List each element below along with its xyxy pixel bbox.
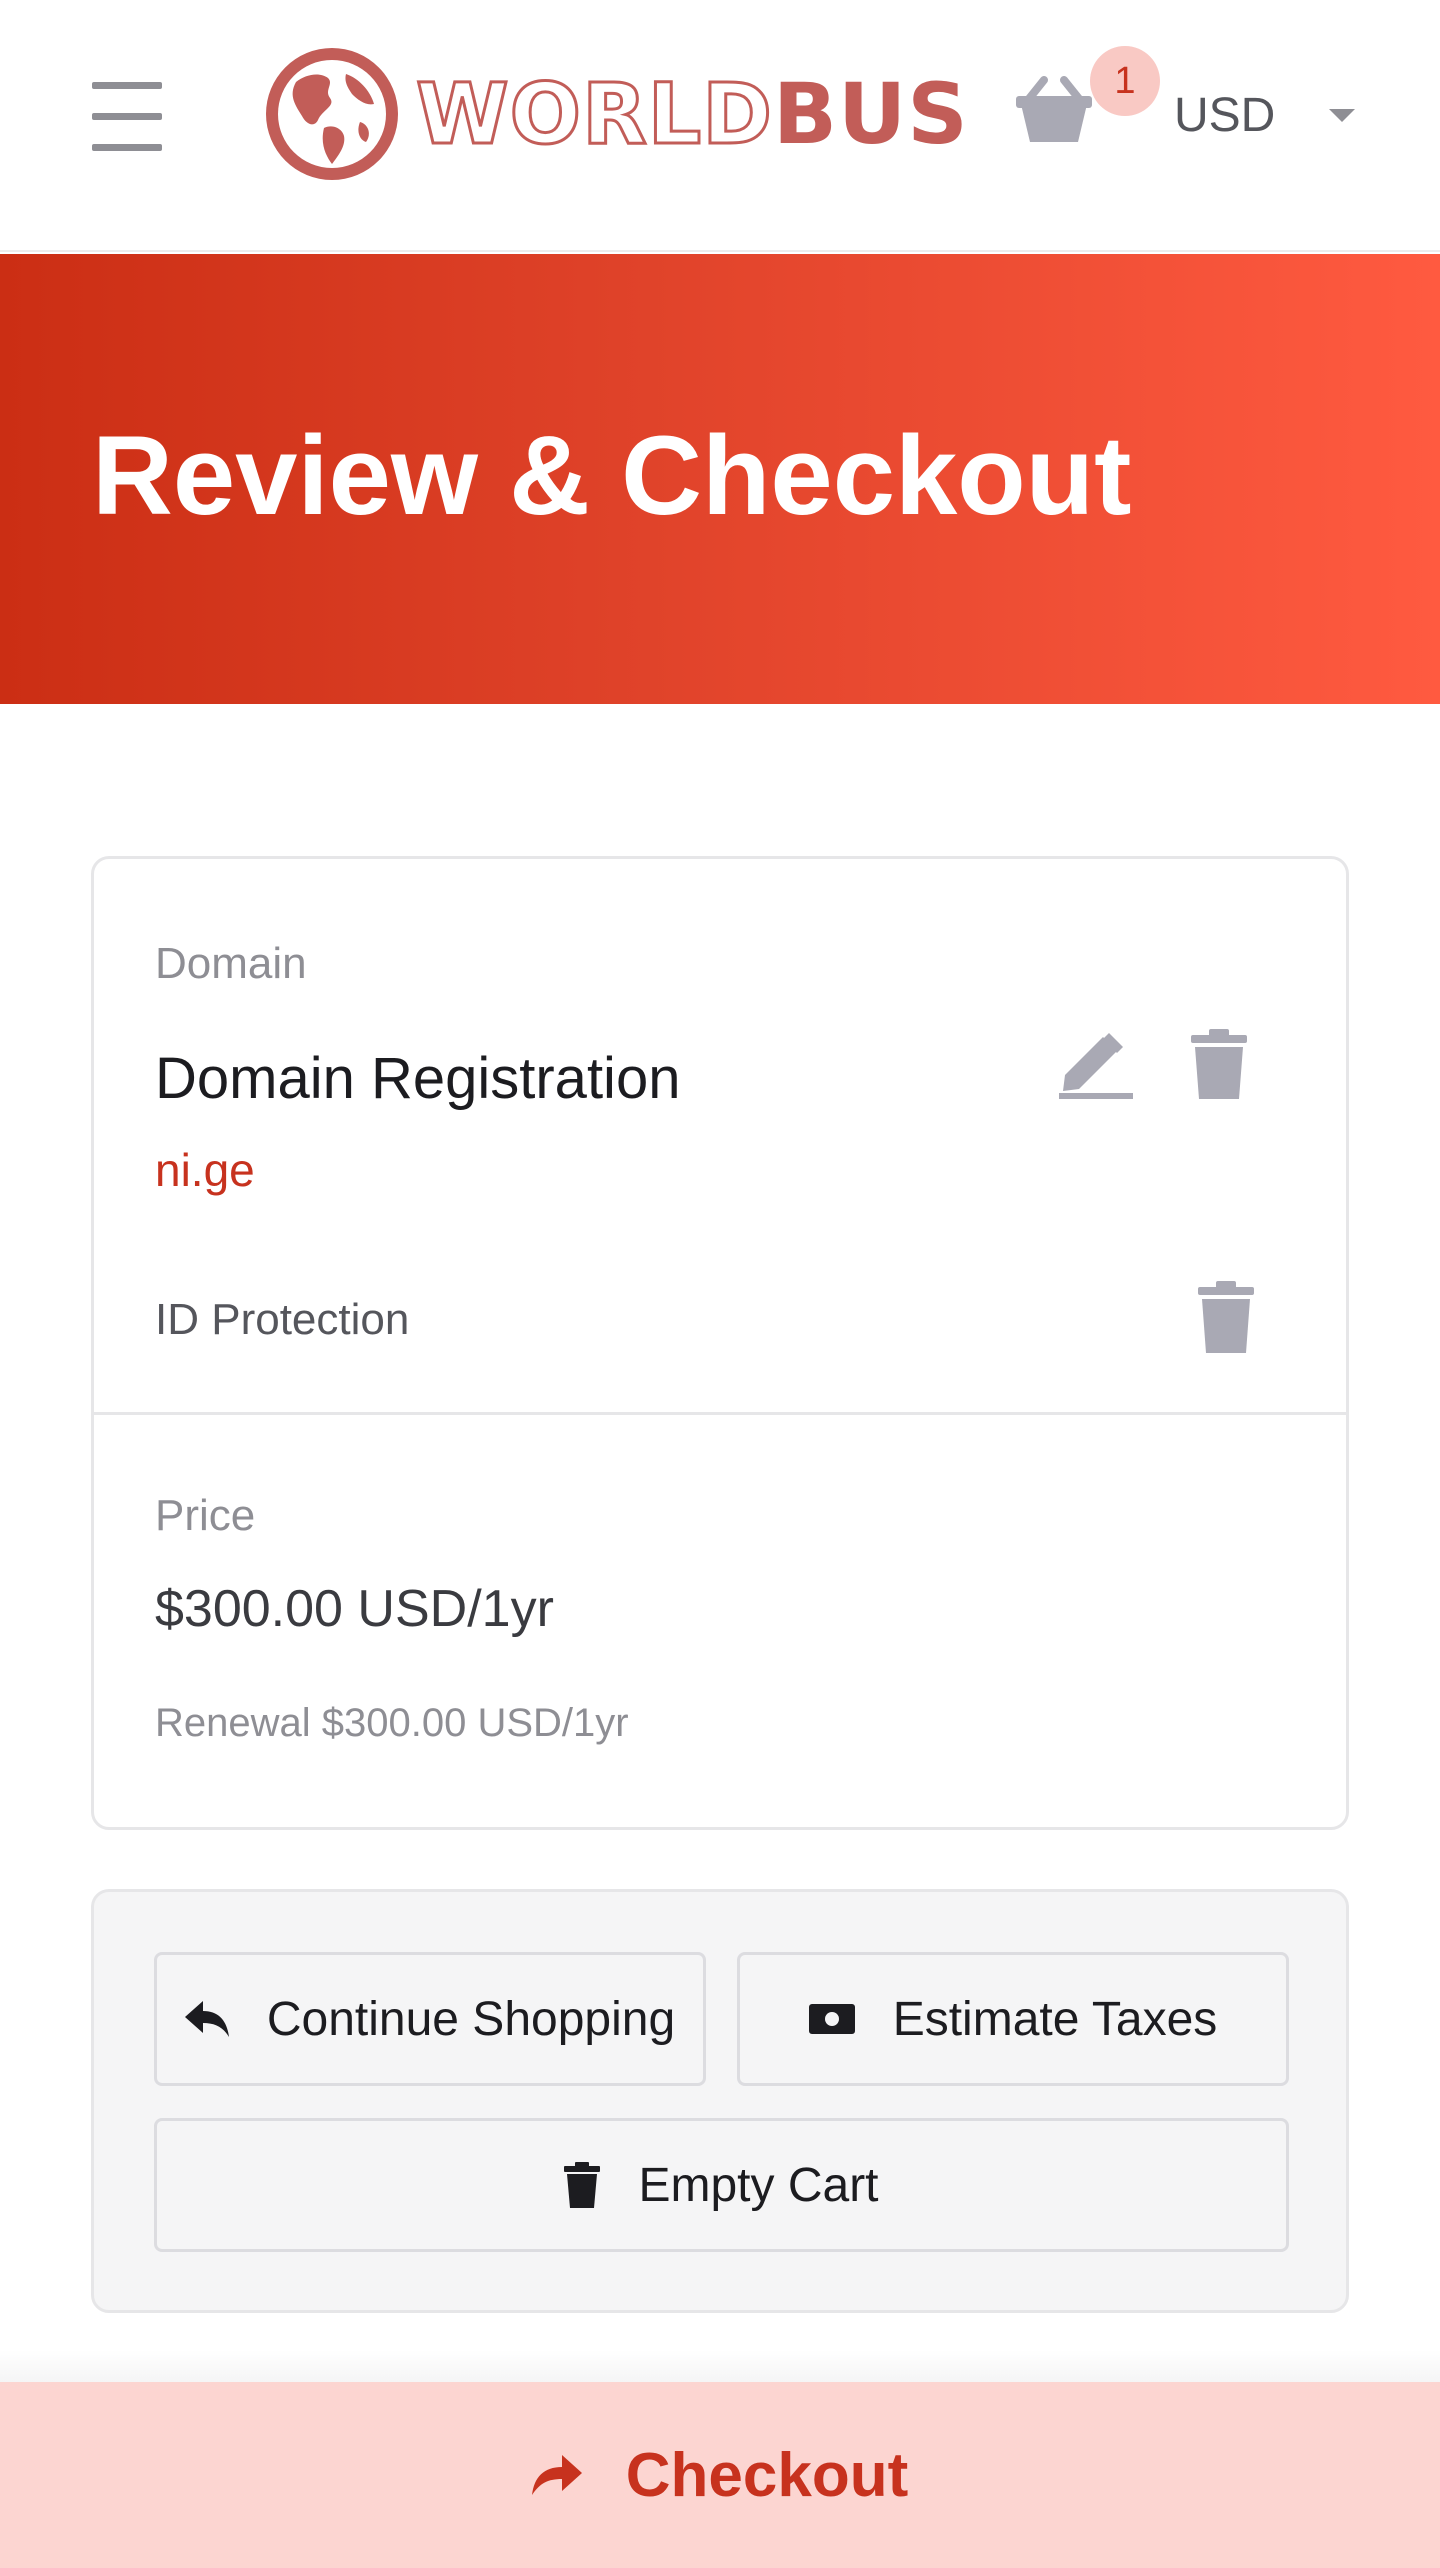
continue-shopping-button[interactable]: Continue Shopping	[154, 1952, 706, 2086]
cart-item-card: Domain Domain Registration ni.ge ID Prot…	[91, 856, 1349, 1830]
pencil-icon	[1059, 1033, 1133, 1099]
trash-icon	[564, 2162, 601, 2208]
logo-word-light: WORLD	[415, 65, 774, 163]
empty-cart-label: Empty Cart	[638, 2158, 879, 2212]
addon-id-protection-label: ID Protection	[155, 1295, 410, 1344]
hamburger-menu-icon[interactable]	[92, 82, 162, 152]
page-hero: Review & Checkout	[0, 254, 1440, 704]
estimate-taxes-button[interactable]: Estimate Taxes	[737, 1952, 1289, 2086]
trash-icon	[1191, 1029, 1247, 1099]
remove-addon-button[interactable]	[1198, 1281, 1254, 1353]
page-title: Review & Checkout	[92, 413, 1132, 538]
scroll-fade	[0, 2350, 1440, 2382]
basket-icon	[1016, 76, 1092, 142]
currency-label: USD	[1174, 88, 1276, 142]
remove-item-button[interactable]	[1191, 1029, 1247, 1099]
estimate-taxes-label: Estimate Taxes	[892, 1992, 1218, 2046]
reply-arrow-icon	[184, 2001, 229, 2037]
empty-cart-button[interactable]: Empty Cart	[154, 2118, 1289, 2252]
cart-button[interactable]	[1014, 76, 1094, 148]
price-label: Price	[155, 1491, 256, 1540]
card-divider	[94, 1412, 1346, 1415]
caret-down-icon	[1329, 108, 1356, 122]
price-value: $300.00 USD/1yr	[155, 1580, 554, 1638]
logo-wordmark: WORLDBUS	[415, 71, 969, 158]
money-bill-icon	[808, 2004, 855, 2034]
item-domain-name: ni.ge	[155, 1144, 255, 1196]
logo-word-bold: BUS	[773, 65, 969, 163]
share-arrow-icon	[531, 2455, 582, 2495]
cart-actions-panel: Continue Shopping Estimate Taxes Empty C…	[91, 1889, 1349, 2313]
continue-shopping-label: Continue Shopping	[266, 1992, 676, 2046]
site-header: WORLDBUS 1 USD	[0, 0, 1440, 252]
site-logo[interactable]: WORLDBUS	[262, 42, 982, 186]
renewal-price: Renewal $300.00 USD/1yr	[155, 1701, 629, 1745]
cart-count-badge: 1	[1090, 46, 1160, 116]
item-type-label: Domain	[155, 939, 307, 988]
trash-icon	[1198, 1281, 1254, 1353]
globe-icon	[266, 48, 398, 180]
edit-item-button[interactable]	[1059, 1029, 1133, 1099]
checkout-button[interactable]: Checkout	[0, 2382, 1440, 2568]
checkout-label: Checkout	[625, 2440, 909, 2510]
item-title: Domain Registration	[155, 1046, 681, 1111]
currency-selector[interactable]: USD	[1174, 80, 1356, 150]
